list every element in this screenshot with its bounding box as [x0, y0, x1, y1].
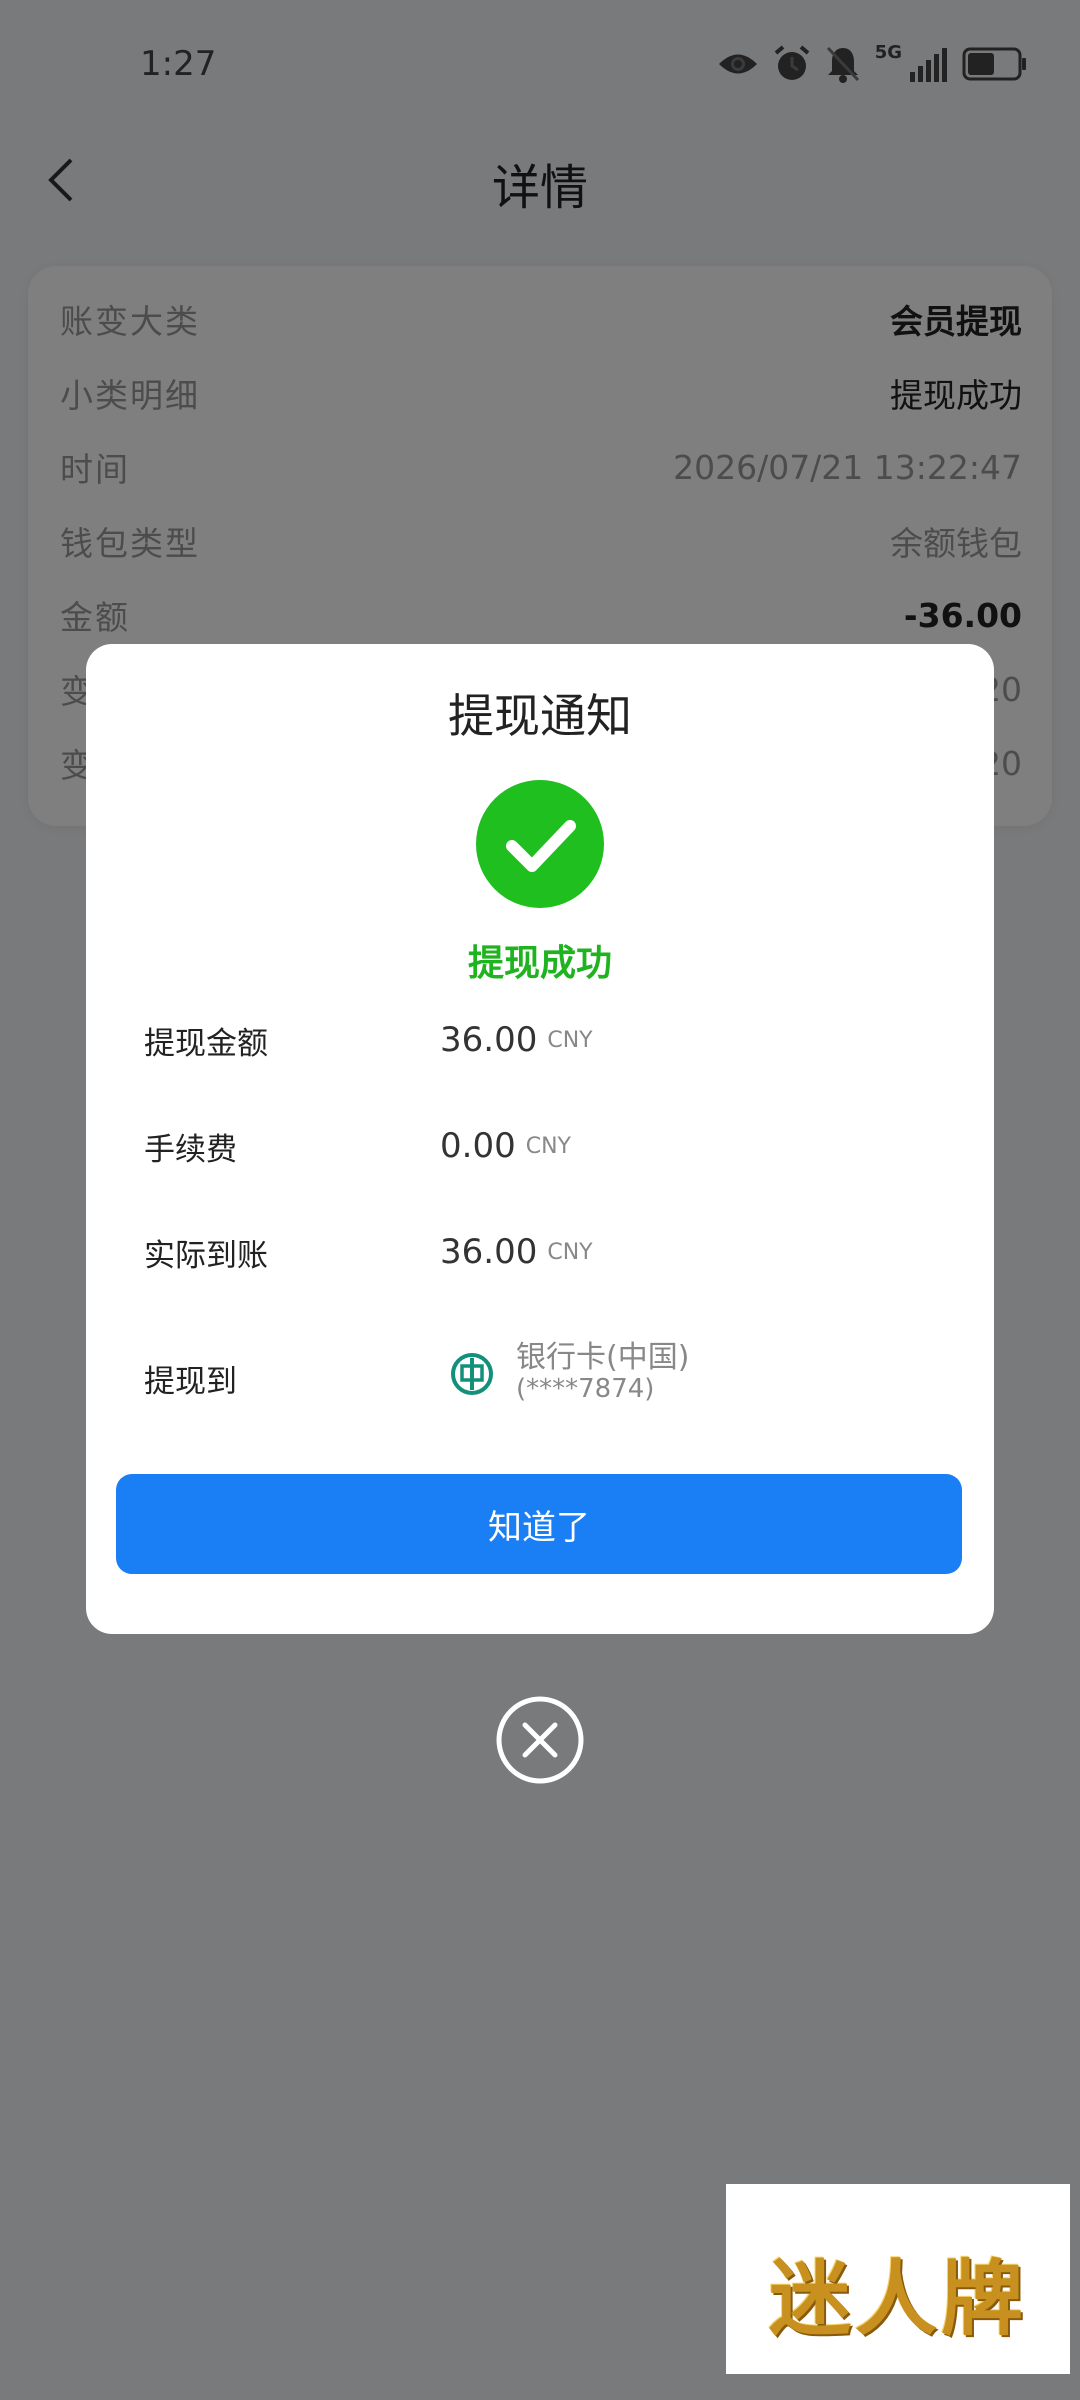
withdrawal-status: 提现成功 [467, 943, 612, 984]
withdrawal-modal: 提现通知 提现成功 提现金额 36.00 CNY 手续费 0.00 CNY 实际… [86, 644, 994, 1634]
success-check-icon [476, 780, 604, 908]
bank-name: 银行卡(中国) [516, 1340, 690, 1375]
info-row-bank: 提现到 银行卡(中国) (****7874) [144, 1328, 954, 1418]
info-row-fee: 手续费 0.00 CNY [144, 1116, 954, 1176]
watermark-logo: 迷人牌 [726, 2184, 1070, 2374]
info-label: 手续费 [144, 1131, 237, 1168]
info-row-amount: 提现金额 36.00 CNY [144, 1010, 954, 1070]
watermark-text: 迷人牌 [768, 2251, 1027, 2347]
info-unit: CNY [547, 1239, 593, 1265]
info-unit: CNY [525, 1133, 571, 1159]
bank-logo-icon [451, 1353, 493, 1395]
got-it-button[interactable]: 知道了 [116, 1474, 962, 1574]
close-icon[interactable] [495, 1695, 585, 1785]
info-row-actual: 实际到账 36.00 CNY [144, 1222, 954, 1282]
info-label: 实际到账 [144, 1237, 268, 1274]
info-amount: 36.00 [440, 1232, 538, 1272]
info-label: 提现金额 [144, 1025, 268, 1062]
info-label: 提现到 [144, 1364, 237, 1400]
info-unit: CNY [547, 1027, 593, 1053]
modal-title: 提现通知 [448, 689, 632, 743]
bank-card-number: (****7874) [516, 1374, 655, 1404]
info-amount: 0.00 [440, 1126, 516, 1166]
info-amount: 36.00 [440, 1020, 538, 1060]
